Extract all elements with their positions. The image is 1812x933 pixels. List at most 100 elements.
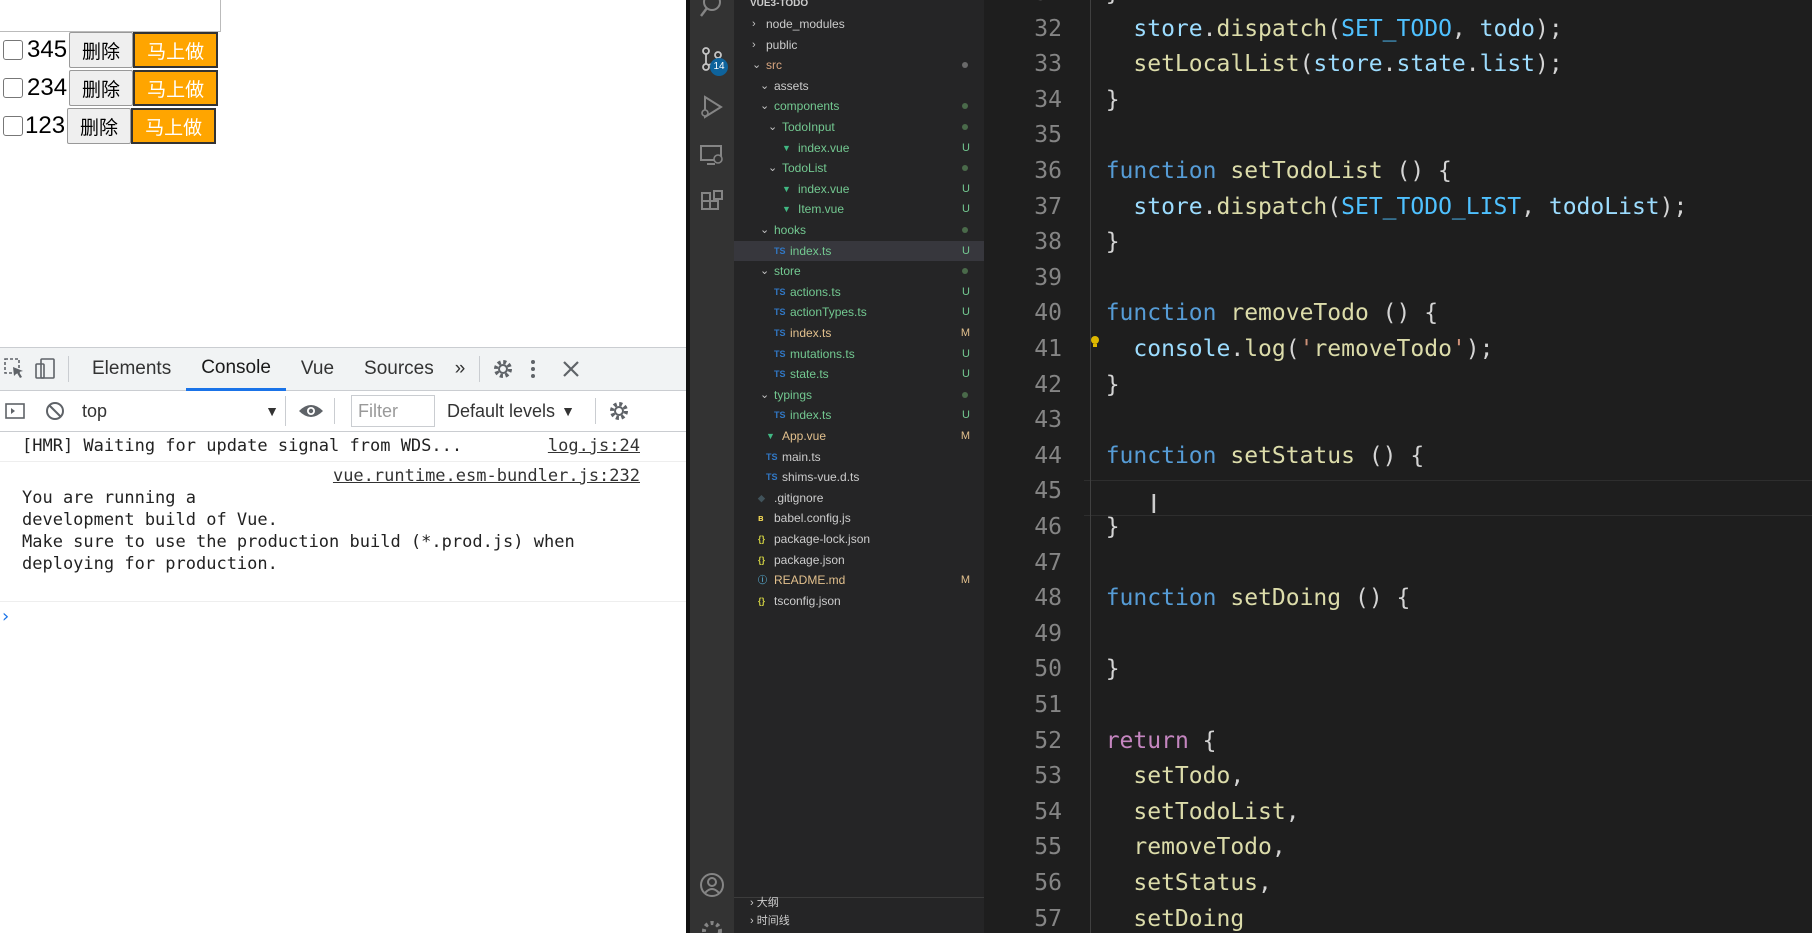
file-item[interactable]: TS index.ts U bbox=[734, 240, 984, 261]
devtools-tabbar: Elements Console Vue Sources » bbox=[0, 348, 686, 391]
folder-item[interactable]: ⌄ TodoInput bbox=[734, 117, 984, 137]
file-item[interactable]: TS state.ts U bbox=[734, 364, 984, 384]
todo-text: 345 bbox=[27, 36, 68, 63]
context-select[interactable]: top ▼ bbox=[76, 396, 286, 426]
git-status-badge: U bbox=[962, 182, 970, 195]
kebab-menu-icon[interactable] bbox=[518, 348, 548, 391]
file-item[interactable]: ⓘ README.md M bbox=[734, 570, 984, 590]
folder-item[interactable]: › public bbox=[734, 35, 984, 55]
line-number: 49 bbox=[1034, 620, 1062, 647]
explorer-root[interactable]: VUE3-TODO bbox=[734, 0, 984, 14]
settings-gear-icon[interactable] bbox=[488, 348, 518, 391]
typescript-file-icon: TS bbox=[766, 451, 778, 462]
file-item[interactable]: ▼ Item.vue U bbox=[734, 199, 984, 219]
line-number: 50 bbox=[1034, 656, 1062, 683]
console-output: [HMR] Waiting for update signal from WDS… bbox=[0, 432, 686, 628]
line-number: 51 bbox=[1034, 692, 1062, 718]
folder-item[interactable]: ⌄ hooks bbox=[734, 220, 984, 240]
file-item[interactable]: {} tsconfig.json bbox=[734, 591, 984, 611]
sidebar-toggle-icon[interactable] bbox=[0, 390, 30, 433]
folder-item[interactable]: ⌄ store bbox=[734, 261, 984, 281]
chevron-right-icon: › bbox=[750, 915, 754, 927]
browser-page: 345 删除 马上做 234 删除 马上做 123 删除 马上做 Element… bbox=[0, 0, 686, 933]
file-item[interactable]: ▼ index.vue U bbox=[734, 179, 984, 199]
git-status-dot bbox=[962, 103, 968, 110]
folder-item[interactable]: › node_modules bbox=[734, 14, 984, 34]
timeline-section[interactable]: › 时间线 bbox=[750, 912, 790, 928]
code-line: } bbox=[1078, 86, 1120, 113]
console-settings-gear-icon[interactable] bbox=[604, 390, 634, 433]
tab-elements[interactable]: Elements bbox=[77, 348, 186, 391]
file-item[interactable]: {} package-lock.json bbox=[734, 529, 984, 549]
manage-gear-icon[interactable] bbox=[699, 918, 725, 933]
lightbulb-icon[interactable] bbox=[1090, 336, 1100, 348]
git-status-dot bbox=[962, 62, 968, 69]
file-item[interactable]: TS mutations.ts U bbox=[734, 344, 984, 364]
extensions-icon[interactable] bbox=[699, 190, 725, 216]
tab-console[interactable]: Console bbox=[186, 348, 286, 391]
folder-item[interactable]: ⌄ components bbox=[734, 96, 984, 116]
line-number: 56 bbox=[1034, 870, 1062, 896]
device-toolbar-icon[interactable] bbox=[30, 348, 60, 391]
code-editor[interactable]: 31 } 32 store.dispatch(SET_TODO, todo); 33… bbox=[984, 0, 1812, 933]
toolbar-divider bbox=[68, 356, 69, 382]
todo-checkbox[interactable] bbox=[3, 40, 23, 60]
file-item[interactable]: ▼ index.vue U bbox=[734, 138, 984, 158]
todo-checkbox[interactable] bbox=[3, 78, 23, 98]
tab-sources[interactable]: Sources bbox=[349, 348, 449, 391]
console-message-text: [HMR] Waiting for update signal from WDS… bbox=[22, 436, 463, 456]
file-item[interactable]: ◆ .gitignore bbox=[734, 488, 984, 508]
code-line: setLocalList(store.state.list); bbox=[1133, 51, 1563, 78]
file-item[interactable]: TS index.ts M bbox=[734, 323, 984, 343]
todo-checkbox[interactable] bbox=[3, 116, 23, 136]
run-debug-icon[interactable] bbox=[699, 94, 725, 120]
file-item[interactable]: ▼ App.vue M bbox=[734, 426, 984, 446]
typescript-file-icon: TS bbox=[774, 286, 786, 297]
folder-item[interactable]: ⌄ typings bbox=[734, 385, 984, 405]
delete-button[interactable]: 删除 bbox=[67, 108, 132, 144]
scm-badge: 14 bbox=[710, 58, 728, 76]
tree-item-label: node_modules bbox=[766, 17, 845, 31]
file-item[interactable]: TS index.ts U bbox=[734, 405, 984, 425]
eye-icon[interactable] bbox=[296, 390, 326, 433]
git-status-dot bbox=[962, 124, 968, 130]
file-item[interactable]: {} package.json bbox=[734, 550, 984, 570]
line-number: 33 bbox=[1034, 51, 1062, 78]
typescript-file-icon: TS bbox=[766, 472, 778, 483]
chevron-right-icon: › bbox=[752, 18, 756, 30]
console-source-link[interactable]: vue.runtime.esm-bundler.js:232 bbox=[333, 465, 640, 487]
delete-button[interactable]: 删除 bbox=[69, 70, 134, 106]
console-prompt[interactable]: › bbox=[0, 606, 686, 628]
do-now-button[interactable]: 马上做 bbox=[133, 32, 219, 68]
todo-input[interactable] bbox=[0, 0, 221, 32]
file-item[interactable]: ʙ babel.config.js bbox=[734, 508, 984, 528]
account-icon[interactable] bbox=[699, 872, 725, 898]
console-source-link[interactable]: log.js:24 bbox=[548, 435, 640, 457]
tree-item-label: actions.ts bbox=[790, 284, 841, 299]
chevron-down-icon: ⌄ bbox=[768, 162, 778, 175]
tree-item-label: main.ts bbox=[782, 449, 821, 464]
search-icon[interactable] bbox=[699, 0, 725, 20]
remote-explorer-icon[interactable] bbox=[699, 142, 725, 168]
do-now-button[interactable]: 马上做 bbox=[131, 108, 217, 144]
file-item[interactable]: TS actions.ts U bbox=[734, 282, 984, 302]
more-tabs-button[interactable]: » bbox=[449, 348, 472, 391]
log-levels-select[interactable]: Default levels ▼ bbox=[447, 401, 575, 422]
file-item[interactable]: TS actionTypes.ts U bbox=[734, 302, 984, 322]
file-item[interactable]: TS shims-vue.d.ts bbox=[734, 467, 984, 487]
close-icon[interactable] bbox=[556, 348, 586, 391]
folder-item[interactable]: ⌄ src bbox=[734, 55, 984, 75]
tree-item-label: hooks bbox=[774, 223, 807, 237]
folder-item[interactable]: ⌄ assets bbox=[734, 76, 984, 96]
delete-button[interactable]: 删除 bbox=[69, 32, 134, 68]
clear-console-icon[interactable] bbox=[40, 390, 70, 433]
folder-item[interactable]: ⌄ TodoList bbox=[734, 158, 984, 178]
inspect-element-icon[interactable] bbox=[0, 348, 30, 391]
tree-item-label: TodoList bbox=[782, 161, 827, 176]
tree-item-label: public bbox=[766, 37, 798, 52]
file-item[interactable]: TS main.ts bbox=[734, 447, 984, 467]
outline-section[interactable]: › 大纲 bbox=[750, 894, 779, 910]
do-now-button[interactable]: 马上做 bbox=[133, 70, 219, 106]
tab-vue[interactable]: Vue bbox=[286, 348, 349, 391]
filter-input[interactable]: Filter bbox=[351, 395, 435, 427]
